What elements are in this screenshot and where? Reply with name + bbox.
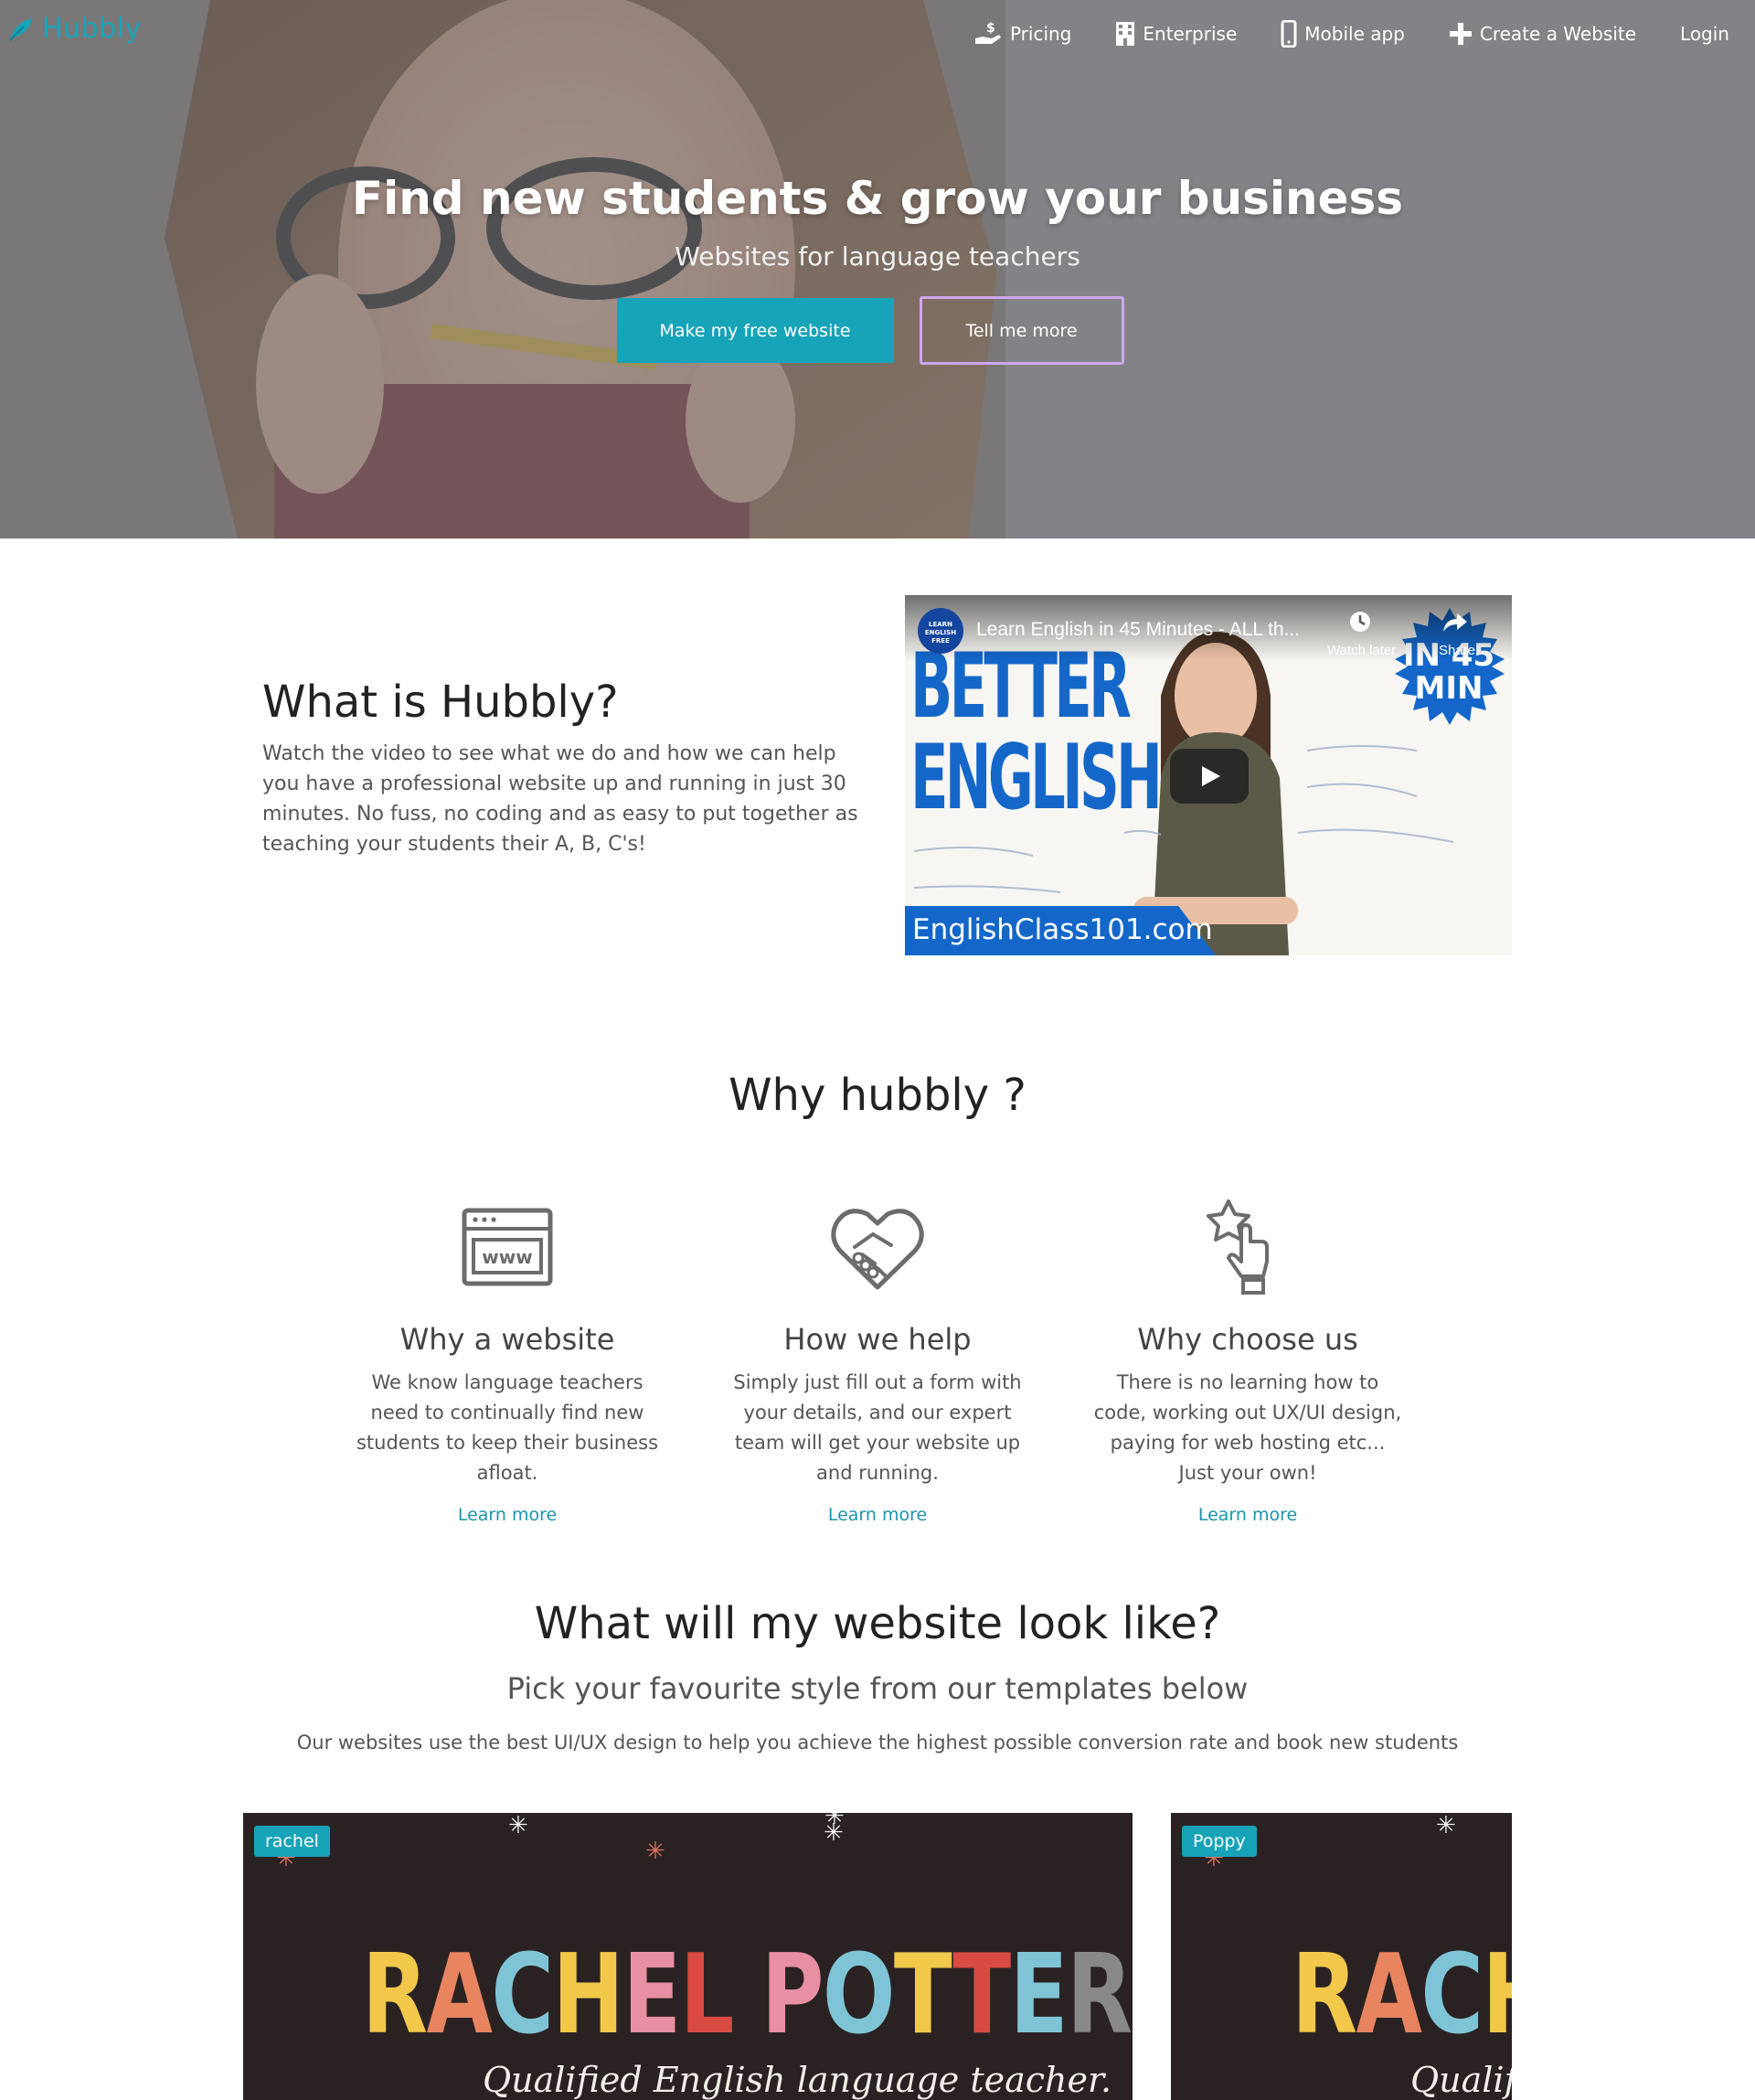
watch-later-label[interactable]: Watch later — [1327, 643, 1396, 658]
name-part2: POTTER — [760, 1932, 1133, 2059]
video-thumb-headline: BETTER ENGLISH — [910, 641, 1163, 830]
templates-description: Our websites use the best UI/UX design t… — [296, 1732, 1459, 1754]
feature-text: We know language teachers need to contin… — [356, 1371, 659, 1484]
svg-text:www: www — [482, 1246, 532, 1268]
hubbly-logo[interactable]: Hubbly — [7, 13, 142, 45]
template-card-rachel[interactable]: ✳ ✳ ✳ ✳ ✳ ✳ rachel RACHEL POTTER Qualifi… — [243, 1813, 1133, 2100]
templates-title: What will my website look like? — [534, 1598, 1221, 1649]
mobile-phone-icon — [1281, 20, 1297, 48]
feature-title: Why choose us — [1137, 1322, 1358, 1357]
video-site-text: EnglishClass101.com — [912, 913, 1213, 946]
name-part1: RACHEL — [362, 1932, 734, 2059]
about-title: What is Hubbly? — [262, 677, 619, 728]
template-name: RACHEL POTTER — [362, 1932, 1133, 2059]
learn-more-link[interactable]: Learn more — [828, 1505, 927, 1525]
why-title: Why hubbly ? — [729, 1070, 1026, 1121]
feature-how-we-help: How we help Simply just fill out a form … — [713, 1198, 1042, 1525]
feature-title: Why a website — [399, 1322, 615, 1357]
share-arrow-icon[interactable] — [1442, 612, 1468, 634]
logo-text: Hubbly — [42, 13, 142, 45]
learn-more-link[interactable]: Learn more — [458, 1505, 557, 1525]
play-button[interactable] — [1170, 749, 1249, 804]
star-decoration: ✳ — [824, 1813, 845, 1829]
svg-text:$: $ — [986, 21, 995, 36]
nav-login[interactable]: Login — [1680, 23, 1729, 45]
clock-icon[interactable] — [1348, 610, 1372, 634]
video-badge-line2: MIN — [1414, 670, 1484, 707]
top-navigation: Hubbly $ Pricing Enterprise Mobile app C… — [0, 0, 1755, 73]
template-tagline: Qualif — [1410, 2060, 1512, 2100]
video-title[interactable]: Learn English in 45 Minutes - ALL th... — [976, 619, 1300, 641]
browser-www-icon: www — [462, 1208, 553, 1286]
nav-create-website[interactable]: Create a Website — [1449, 22, 1636, 46]
make-free-website-button[interactable]: Make my free website — [616, 298, 894, 363]
nav-mobile-app[interactable]: Mobile app — [1281, 20, 1405, 48]
share-label[interactable]: Share — [1439, 643, 1475, 658]
template-name: RACH — [1292, 1932, 1512, 2059]
template-label: rachel — [254, 1826, 330, 1857]
hero-title: Find new students & grow your business — [351, 172, 1404, 225]
feature-title: How we help — [783, 1322, 972, 1357]
star-decoration: ✳ — [1436, 1813, 1456, 1839]
nav-enterprise-label: Enterprise — [1143, 23, 1238, 45]
nav-login-label: Login — [1680, 23, 1729, 45]
about-text: Watch the video to see what we do and ho… — [262, 742, 858, 856]
feature-text: Simply just fill out a form with your de… — [733, 1371, 1022, 1484]
star-pointer-icon — [1207, 1199, 1269, 1295]
building-icon — [1116, 22, 1135, 46]
feature-why-choose-us: Why choose us There is no learning how t… — [1083, 1198, 1412, 1525]
nav-links: $ Pricing Enterprise Mobile app Create a… — [973, 20, 1729, 48]
nav-pricing-label: Pricing — [1009, 23, 1072, 45]
plus-icon — [1449, 23, 1472, 45]
feature-text: There is no learning how to code, workin… — [1093, 1371, 1402, 1484]
star-decoration: ✳ — [508, 1813, 528, 1839]
template-label: Poppy — [1182, 1826, 1257, 1857]
hero-buttons: Make my free website Tell me more — [0, 296, 1755, 365]
channel-avatar[interactable]: LEARN ENGLISH FREE — [918, 608, 963, 654]
template-tagline: Qualified English language teacher. — [483, 2060, 1112, 2100]
video-player[interactable]: BETTER ENGLISH IN 45 MIN LEARN ENGLISH F… — [905, 595, 1512, 955]
template-card-poppy[interactable]: ✳ ✳ Poppy RACH Qualif — [1171, 1813, 1512, 2100]
hero-section: Hubbly $ Pricing Enterprise Mobile app C… — [0, 0, 1755, 538]
video-thumb-line2: ENGLISH — [910, 726, 1163, 830]
learn-more-link[interactable]: Learn more — [1198, 1505, 1297, 1525]
star-decoration: ✳ — [645, 1837, 665, 1864]
name-part1: RACH — [1292, 1932, 1512, 2059]
handshake-heart-icon — [831, 1209, 924, 1290]
pricing-hand-icon: $ — [974, 21, 1001, 44]
templates-subtitle: Pick your favourite style from our templ… — [506, 1671, 1249, 1706]
hero-subtitle: Websites for language teachers — [675, 241, 1080, 272]
nav-create-website-label: Create a Website — [1479, 23, 1637, 45]
feature-why-website: www Why a website We know language teach… — [343, 1198, 672, 1525]
nav-enterprise[interactable]: Enterprise — [1115, 21, 1237, 47]
tell-me-more-button[interactable]: Tell me more — [919, 296, 1124, 365]
nav-pricing[interactable]: $ Pricing — [973, 20, 1071, 48]
nav-mobile-app-label: Mobile app — [1304, 23, 1405, 45]
feather-logo-icon — [9, 17, 32, 41]
